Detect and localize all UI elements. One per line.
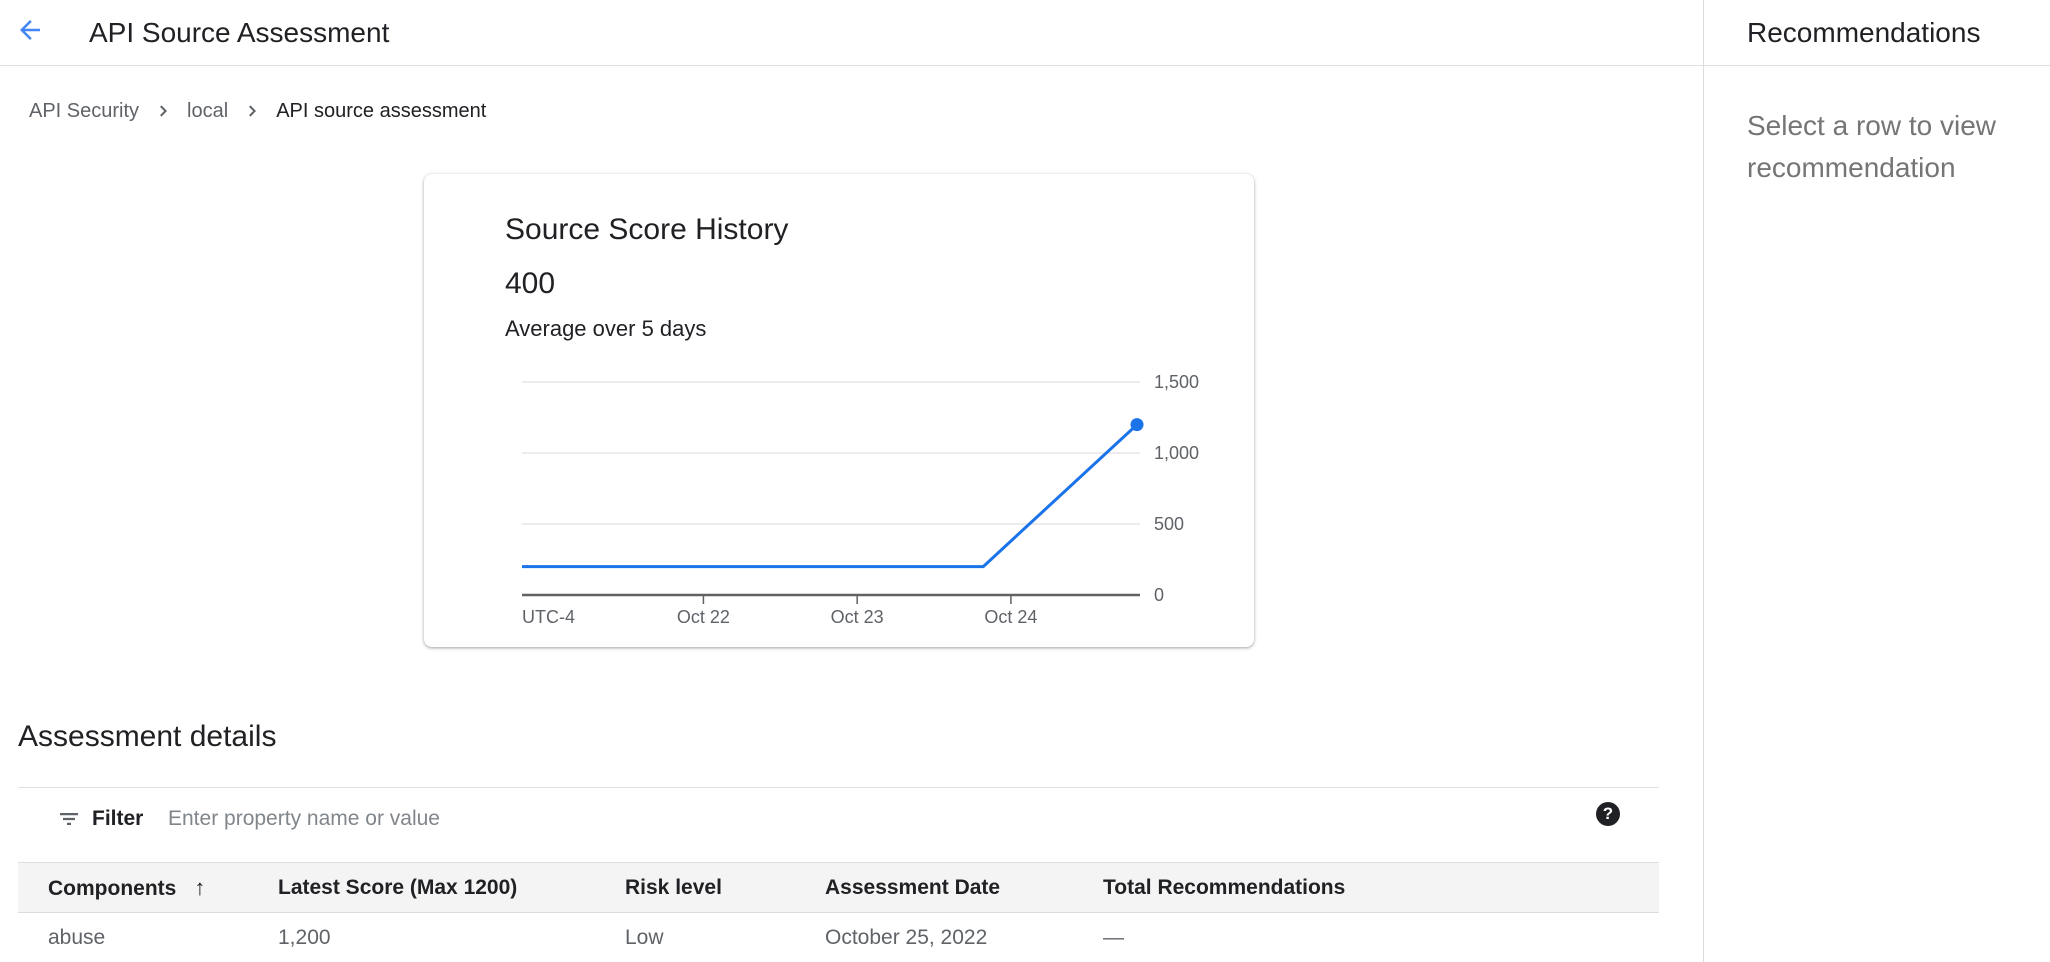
cell-risk-level: Low	[625, 913, 664, 962]
main-content: API Source Assessment API Security local…	[0, 0, 1703, 962]
filter-label: Filter	[92, 804, 143, 834]
column-header-assessment-date[interactable]: Assessment Date	[825, 863, 1000, 913]
svg-text:0: 0	[1154, 585, 1164, 605]
table-row[interactable]: abuse 1,200 Low October 25, 2022 —	[18, 913, 1659, 962]
breadcrumb-item-api-security[interactable]: API Security	[29, 100, 139, 123]
recommendations-panel: Recommendations Select a row to view rec…	[1703, 0, 2050, 962]
help-button[interactable]: ?	[1596, 802, 1620, 826]
svg-text:Oct 22: Oct 22	[677, 607, 730, 627]
breadcrumb: API Security local API source assessment	[29, 97, 486, 125]
chevron-right-icon	[154, 102, 172, 120]
filter-icon	[57, 807, 81, 831]
arrow-left-icon	[15, 33, 45, 48]
filter-bar: Filter ?	[18, 788, 1659, 862]
column-header-latest-score[interactable]: Latest Score (Max 1200)	[278, 863, 517, 913]
column-header-label: Components	[48, 877, 176, 900]
recommendations-empty-message: Select a row to view recommendation	[1747, 105, 2027, 189]
svg-text:1,500: 1,500	[1154, 372, 1199, 392]
chevron-right-icon	[243, 102, 261, 120]
breadcrumb-item-local[interactable]: local	[187, 100, 228, 123]
app-header: API Source Assessment	[0, 0, 1703, 66]
svg-text:Oct 24: Oct 24	[984, 607, 1037, 627]
question-mark-icon: ?	[1603, 804, 1613, 824]
table-header-row: Components ↑ Latest Score (Max 1200) Risk…	[18, 862, 1659, 913]
column-header-total-recommendations[interactable]: Total Recommendations	[1103, 863, 1345, 913]
breadcrumb-item-current: API source assessment	[276, 100, 486, 123]
filter-input[interactable]	[168, 802, 1468, 836]
back-button[interactable]	[12, 13, 48, 49]
cell-components: abuse	[48, 913, 105, 962]
cell-total-recommendations: —	[1103, 913, 1124, 962]
sort-ascending-icon: ↑	[194, 863, 205, 913]
column-header-components[interactable]: Components ↑	[48, 863, 205, 913]
svg-text:Oct 23: Oct 23	[831, 607, 884, 627]
cell-assessment-date: October 25, 2022	[825, 913, 987, 962]
column-header-risk-level[interactable]: Risk level	[625, 863, 722, 913]
cell-latest-score: 1,200	[278, 913, 331, 962]
recommendations-panel-title: Recommendations	[1747, 13, 1980, 53]
page: API Source Assessment API Security local…	[0, 0, 2050, 962]
page-title: API Source Assessment	[89, 13, 389, 53]
assessment-details-title: Assessment details	[18, 717, 276, 757]
svg-text:1,000: 1,000	[1154, 443, 1199, 463]
score-history-chart: 0 500 1,000 1,500 UTC-4 Oct 22 Oct 23 Oct 24	[424, 174, 1254, 647]
svg-text:UTC-4: UTC-4	[522, 607, 575, 627]
source-score-history-card: Source Score History 400 Average over 5 …	[424, 174, 1254, 647]
svg-text:500: 500	[1154, 514, 1184, 534]
